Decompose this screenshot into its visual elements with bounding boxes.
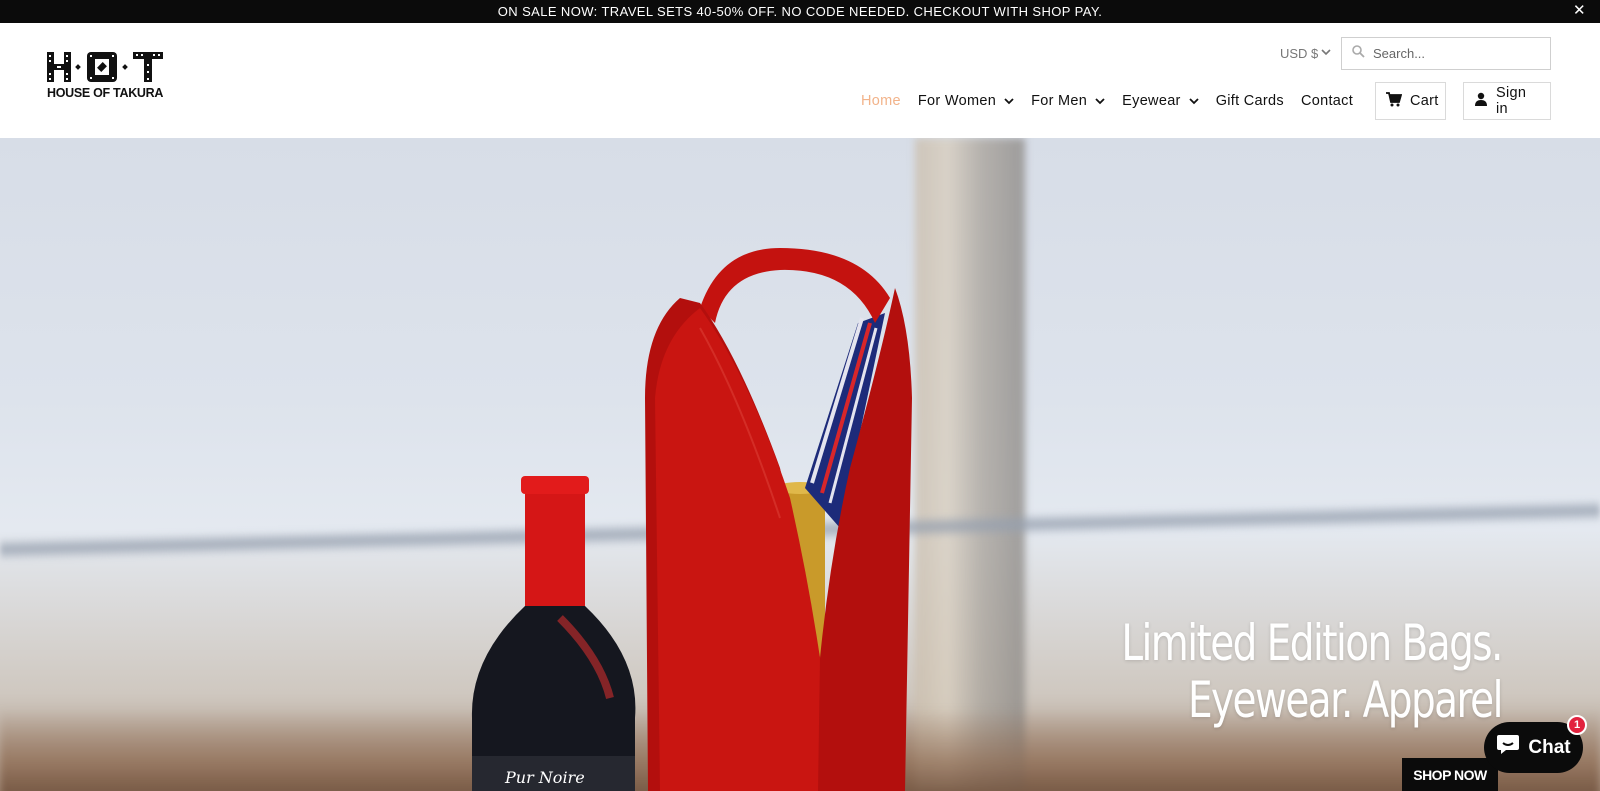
nav-item-label: Contact (1300, 93, 1354, 109)
bottle-label: Pur Noire (504, 768, 585, 787)
cart-label: Cart (1410, 93, 1439, 109)
chevron-down-icon (1189, 97, 1199, 105)
search-input[interactable] (1373, 46, 1543, 61)
hero-banner[interactable]: Pur Noire Limited Edition Bags. Eyewear.… (0, 138, 1600, 791)
brand-name: HOUSE OF TAKURA (47, 86, 164, 100)
hero-headline-line2: Eyewear. Apparel (1188, 671, 1503, 729)
currency-selector[interactable]: USD $ (1280, 46, 1331, 61)
announcement-bar: ON SALE NOW: TRAVEL SETS 40-50% OFF. NO … (0, 0, 1600, 23)
search-icon (1352, 44, 1365, 63)
nav-item-home[interactable]: Home (861, 93, 901, 109)
nav-item-label: For Women (917, 93, 997, 109)
hero-headline: Limited Edition Bags. Eyewear. Apparel (1121, 614, 1503, 729)
sign-in-label: Sign in (1496, 85, 1527, 117)
chat-label: Chat (1528, 736, 1571, 758)
wine-bottle-icon: Pur Noire (471, 476, 636, 791)
main-nav: Home For Women For Men Eyewear Gift Card… (861, 91, 1370, 111)
site-header: HOUSE OF TAKURA USD $ Home For Women For… (0, 23, 1600, 138)
sign-in-button[interactable]: Sign in (1463, 82, 1551, 120)
chevron-down-icon (1321, 48, 1331, 59)
hot-logo-icon (47, 52, 163, 82)
logo[interactable]: HOUSE OF TAKURA (47, 51, 167, 100)
currency-value: USD $ (1280, 46, 1319, 61)
shop-now-button[interactable]: SHOP NOW (1402, 758, 1498, 791)
user-icon (1474, 92, 1488, 110)
nav-item-contact[interactable]: Contact (1301, 93, 1353, 109)
close-icon[interactable]: ✕ (1573, 3, 1586, 19)
chat-bubble-icon (1496, 734, 1520, 762)
nav-item-for-men[interactable]: For Men (1031, 93, 1105, 109)
nav-item-label: Home (861, 93, 901, 109)
cart-button[interactable]: Cart (1375, 82, 1446, 120)
nav-item-for-women[interactable]: For Women (918, 93, 1014, 109)
announcement-text: ON SALE NOW: TRAVEL SETS 40-50% OFF. NO … (497, 4, 1103, 19)
cart-icon (1386, 91, 1403, 111)
hero-headline-line1: Limited Edition Bags. (1121, 614, 1503, 672)
nav-item-eyewear[interactable]: Eyewear (1122, 93, 1199, 109)
nav-item-gift-cards[interactable]: Gift Cards (1216, 93, 1284, 109)
chevron-down-icon (1095, 97, 1105, 105)
chevron-down-icon (1004, 97, 1014, 105)
nav-item-label: Gift Cards (1215, 93, 1284, 109)
nav-item-label: For Men (1031, 93, 1088, 109)
search-box[interactable] (1341, 37, 1551, 70)
nav-item-label: Eyewear (1122, 93, 1181, 109)
chat-notification-badge: 1 (1567, 715, 1587, 735)
